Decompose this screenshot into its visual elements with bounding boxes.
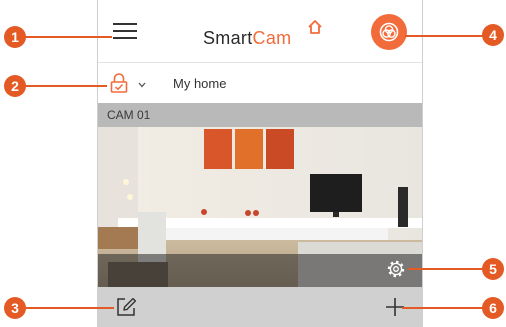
callout-line-2 — [22, 85, 107, 87]
hamburger-icon[interactable] — [113, 21, 137, 41]
app-screen: SmartCam My home CAM 01 — [97, 0, 423, 327]
lock-icon[interactable] — [110, 73, 128, 93]
chevron-down-icon[interactable] — [138, 82, 146, 88]
callout-line-6 — [402, 307, 486, 309]
edit-icon[interactable] — [115, 296, 137, 318]
callout-line-5 — [408, 268, 486, 270]
logo-text: SmartCam — [203, 28, 291, 49]
camera-title-bar: CAM 01 — [98, 103, 422, 127]
home-name[interactable]: My home — [173, 76, 226, 91]
camera-mode-button[interactable] — [371, 14, 407, 50]
callout-badge-5: 5 — [482, 258, 504, 280]
callout-badge-4: 4 — [482, 24, 504, 46]
callout-badge-1: 1 — [4, 26, 26, 48]
top-bar: SmartCam — [98, 0, 422, 62]
logo-text-smart: Smart — [203, 28, 253, 48]
callout-line-1 — [22, 36, 112, 38]
gear-icon[interactable] — [385, 258, 407, 280]
feed-overlay-bar — [98, 254, 422, 287]
camera-mode-icon — [379, 22, 399, 42]
logo-text-cam: Cam — [252, 28, 292, 48]
callout-line-4 — [405, 35, 485, 37]
camera-name: CAM 01 — [107, 108, 151, 122]
bottom-toolbar — [98, 287, 422, 327]
callout-badge-3: 3 — [4, 297, 26, 319]
callout-badge-2: 2 — [4, 75, 26, 97]
home-selector-bar: My home — [98, 63, 422, 103]
callout-badge-6: 6 — [482, 297, 504, 319]
logo-house-icon — [308, 20, 322, 34]
callout-line-3 — [22, 307, 114, 309]
